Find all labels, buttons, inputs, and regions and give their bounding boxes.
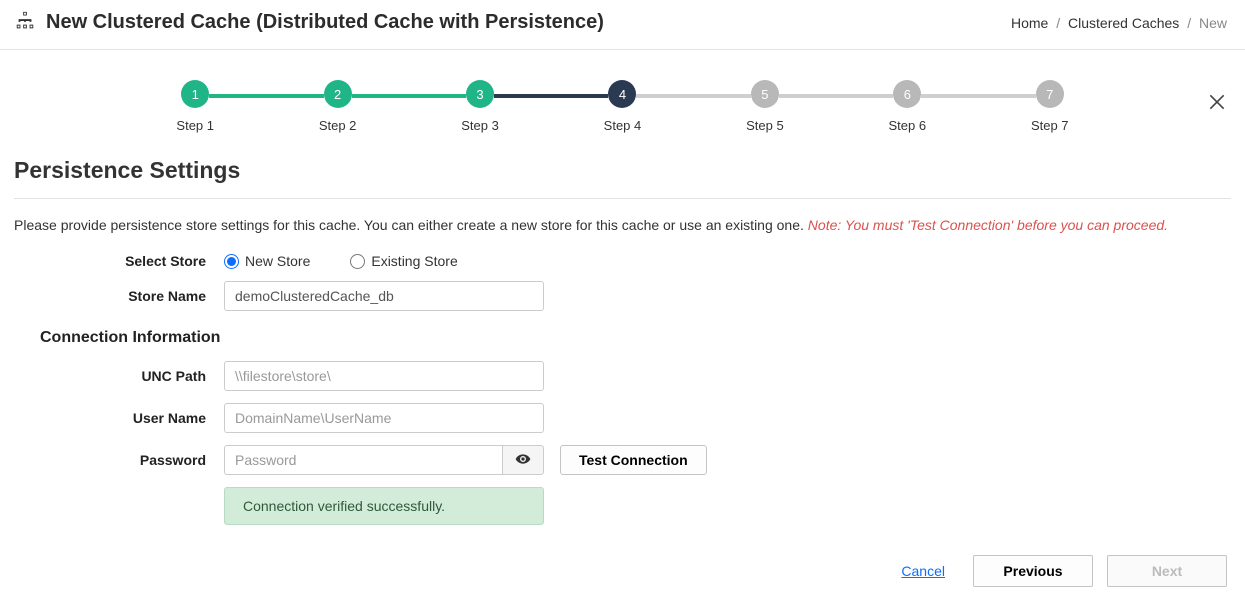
select-store-label: Select Store: [14, 253, 224, 269]
password-input[interactable]: [224, 445, 502, 475]
existing-store-radio-input[interactable]: [350, 254, 365, 269]
content-area: 1 Step 1 2 Step 2 3 Step 3 4 Step 4 5 St…: [0, 80, 1245, 525]
step-line: [209, 94, 323, 98]
existing-store-radio[interactable]: Existing Store: [350, 253, 457, 269]
step-5: 5 Step 5: [694, 80, 836, 133]
username-label: User Name: [14, 410, 224, 426]
step-line: [494, 94, 608, 98]
step-label: Step 1: [124, 118, 266, 133]
breadcrumb-sep: /: [1187, 15, 1191, 31]
success-row: Connection verified successfully.: [14, 487, 1231, 525]
instruction-text: Please provide persistence store setting…: [14, 217, 1231, 233]
select-store-row: Select Store New Store Existing Store: [14, 253, 1231, 269]
password-row: Password Test Connection: [14, 445, 1231, 475]
store-name-label: Store Name: [14, 288, 224, 304]
step-label: Step 2: [266, 118, 408, 133]
unc-path-input[interactable]: [224, 361, 544, 391]
cancel-link[interactable]: Cancel: [901, 563, 945, 579]
step-label: Step 7: [979, 118, 1121, 133]
breadcrumb-current: New: [1199, 15, 1227, 31]
unc-path-label: UNC Path: [14, 368, 224, 384]
breadcrumb-home[interactable]: Home: [1011, 15, 1048, 31]
step-circle: 3: [466, 80, 494, 108]
new-store-radio-label: New Store: [245, 253, 310, 269]
instruction-main: Please provide persistence store setting…: [14, 217, 808, 233]
instruction-note: Note: You must 'Test Connection' before …: [808, 217, 1168, 233]
existing-store-radio-label: Existing Store: [371, 253, 457, 269]
select-store-radios: New Store Existing Store: [224, 253, 458, 269]
step-circle: 5: [751, 80, 779, 108]
step-1: 1 Step 1: [124, 80, 266, 133]
step-label: Step 4: [551, 118, 693, 133]
step-circle: 6: [893, 80, 921, 108]
store-name-row: Store Name: [14, 281, 1231, 311]
password-wrap: [224, 445, 544, 475]
divider: [14, 198, 1231, 199]
page-header: New Clustered Cache (Distributed Cache w…: [0, 0, 1245, 50]
step-7: 7 Step 7: [979, 80, 1121, 133]
step-6: 6 Step 6: [836, 80, 978, 133]
breadcrumb: Home / Clustered Caches / New: [1011, 15, 1227, 31]
step-label: Step 5: [694, 118, 836, 133]
new-store-radio-input[interactable]: [224, 254, 239, 269]
breadcrumb-caches[interactable]: Clustered Caches: [1068, 15, 1179, 31]
previous-button[interactable]: Previous: [973, 555, 1093, 587]
step-label: Step 3: [409, 118, 551, 133]
new-store-radio[interactable]: New Store: [224, 253, 310, 269]
wizard-footer: Cancel Previous Next: [0, 537, 1245, 601]
success-message: Connection verified successfully.: [224, 487, 544, 525]
close-button[interactable]: [1207, 92, 1227, 115]
connection-info-title: Connection Information: [40, 329, 1231, 347]
next-button[interactable]: Next: [1107, 555, 1227, 587]
step-line: [352, 94, 466, 98]
header-left: New Clustered Cache (Distributed Cache w…: [14, 10, 604, 35]
step-line: [779, 94, 893, 98]
step-4: 4 Step 4: [551, 80, 693, 133]
toggle-password-button[interactable]: [502, 445, 544, 475]
page-title: New Clustered Cache (Distributed Cache w…: [46, 11, 604, 34]
step-line: [636, 94, 750, 98]
step-2: 2 Step 2: [266, 80, 408, 133]
test-connection-button[interactable]: Test Connection: [560, 445, 707, 475]
step-3: 3 Step 3: [409, 80, 551, 133]
unc-path-row: UNC Path: [14, 361, 1231, 391]
section-title: Persistence Settings: [14, 157, 1231, 184]
sitemap-icon: [14, 10, 36, 35]
breadcrumb-sep: /: [1056, 15, 1060, 31]
store-name-input[interactable]: [224, 281, 544, 311]
step-circle: 4: [608, 80, 636, 108]
step-label: Step 6: [836, 118, 978, 133]
wizard-stepper: 1 Step 1 2 Step 2 3 Step 3 4 Step 4 5 St…: [124, 80, 1121, 133]
eye-icon: [515, 451, 531, 470]
username-row: User Name: [14, 403, 1231, 433]
username-input[interactable]: [224, 403, 544, 433]
step-circle: 2: [324, 80, 352, 108]
step-line: [921, 94, 1035, 98]
step-circle: 7: [1036, 80, 1064, 108]
password-label: Password: [14, 452, 224, 468]
step-circle: 1: [181, 80, 209, 108]
